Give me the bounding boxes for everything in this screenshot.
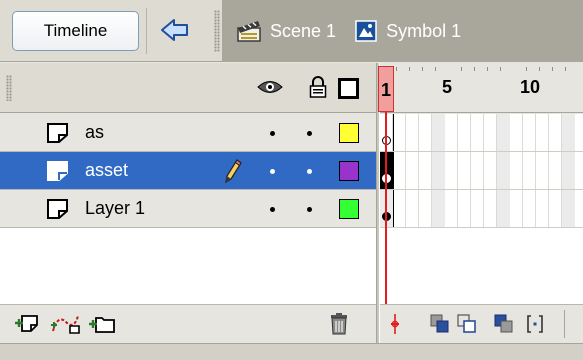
clapperboard-icon — [237, 21, 261, 42]
frame-cell[interactable] — [432, 114, 445, 151]
timeline-panel-header: Timeline Scene 1 Symbol 1 — [0, 0, 583, 62]
eye-icon[interactable] — [257, 78, 283, 96]
panel-footer — [0, 343, 583, 360]
keyframe-cell[interactable] — [380, 152, 394, 189]
frame-cell[interactable] — [562, 152, 575, 189]
lock-icon[interactable] — [309, 76, 327, 98]
onion-skin-outlines-icon[interactable] — [457, 314, 477, 334]
breadcrumb: Scene 1 Symbol 1 — [222, 0, 583, 62]
frame-cell[interactable] — [497, 152, 510, 189]
timeline-button-label: Timeline — [43, 21, 108, 40]
symbol-icon — [355, 20, 377, 42]
lock-toggle[interactable] — [307, 169, 312, 174]
frame-row-as[interactable] — [380, 114, 583, 152]
frame-ruler[interactable]: 5 10 — [380, 63, 583, 113]
arrow-left-icon — [161, 19, 188, 41]
modify-onion-markers-icon[interactable] — [526, 314, 544, 334]
center-frame-icon[interactable] — [388, 314, 402, 334]
outline-color-swatch[interactable] — [339, 161, 359, 181]
lock-toggle[interactable] — [307, 131, 312, 136]
layer-name: asset — [85, 160, 129, 180]
layer-row-layer-1[interactable]: Layer 1 — [0, 190, 376, 228]
panel-grip[interactable] — [214, 10, 220, 52]
visibility-toggle[interactable] — [270, 207, 275, 212]
back-button[interactable] — [152, 14, 198, 46]
insert-folder-icon[interactable] — [88, 312, 116, 334]
breadcrumb-scene-1[interactable]: Scene 1 — [236, 19, 336, 43]
layer-list: as asset Layer 1 — [0, 114, 376, 304]
add-motion-guide-icon[interactable] — [50, 312, 82, 334]
visibility-toggle[interactable] — [270, 131, 275, 136]
edit-multiple-frames-icon[interactable] — [494, 314, 514, 334]
outline-color-swatch[interactable] — [339, 123, 359, 143]
toolbar-separator — [146, 8, 147, 54]
layer-toolbar — [0, 304, 376, 342]
trash-icon[interactable] — [328, 312, 350, 336]
frame-row-asset[interactable] — [380, 152, 583, 190]
pencil-icon — [225, 159, 242, 184]
keyframe-cell[interactable] — [380, 114, 394, 151]
ruler-label: 10 — [520, 77, 541, 97]
layer-name: as — [85, 122, 105, 142]
frame-cell[interactable] — [562, 190, 575, 227]
visibility-toggle[interactable] — [270, 169, 275, 174]
lock-toggle[interactable] — [307, 207, 312, 212]
layer-icon — [47, 161, 68, 181]
frame-row-layer-1[interactable] — [380, 190, 583, 228]
ruler-label: 1 — [381, 80, 392, 100]
outline-square-icon[interactable] — [338, 78, 359, 99]
frame-cell[interactable] — [562, 114, 575, 151]
ruler-label: 5 — [442, 77, 453, 97]
insert-layer-icon[interactable] — [14, 312, 40, 334]
outline-color-swatch[interactable] — [339, 199, 359, 219]
frame-cell[interactable] — [432, 152, 445, 189]
frame-toolbar — [380, 304, 583, 342]
toolbar-separator — [564, 310, 565, 338]
layer-list-header — [0, 63, 376, 113]
layer-header-grip[interactable] — [6, 75, 12, 101]
layer-row-as[interactable]: as — [0, 114, 376, 152]
layer-icon — [47, 199, 68, 219]
frame-cell[interactable] — [497, 190, 510, 227]
breadcrumb-label: Symbol 1 — [386, 20, 462, 41]
playhead-line — [385, 112, 387, 312]
breadcrumb-label: Scene 1 — [270, 20, 337, 41]
layer-row-asset[interactable]: asset — [0, 152, 376, 190]
keyframe-cell[interactable] — [380, 190, 394, 227]
onion-skin-icon[interactable] — [430, 314, 450, 334]
frame-grid[interactable] — [380, 114, 583, 304]
timeline-toggle-button[interactable]: Timeline — [12, 11, 139, 51]
breadcrumb-symbol-1[interactable]: Symbol 1 — [354, 19, 461, 43]
frame-cell[interactable] — [497, 114, 510, 151]
layer-icon — [47, 123, 68, 143]
layer-name: Layer 1 — [85, 198, 146, 218]
playhead[interactable]: 1 — [378, 66, 394, 112]
frame-cell[interactable] — [432, 190, 445, 227]
